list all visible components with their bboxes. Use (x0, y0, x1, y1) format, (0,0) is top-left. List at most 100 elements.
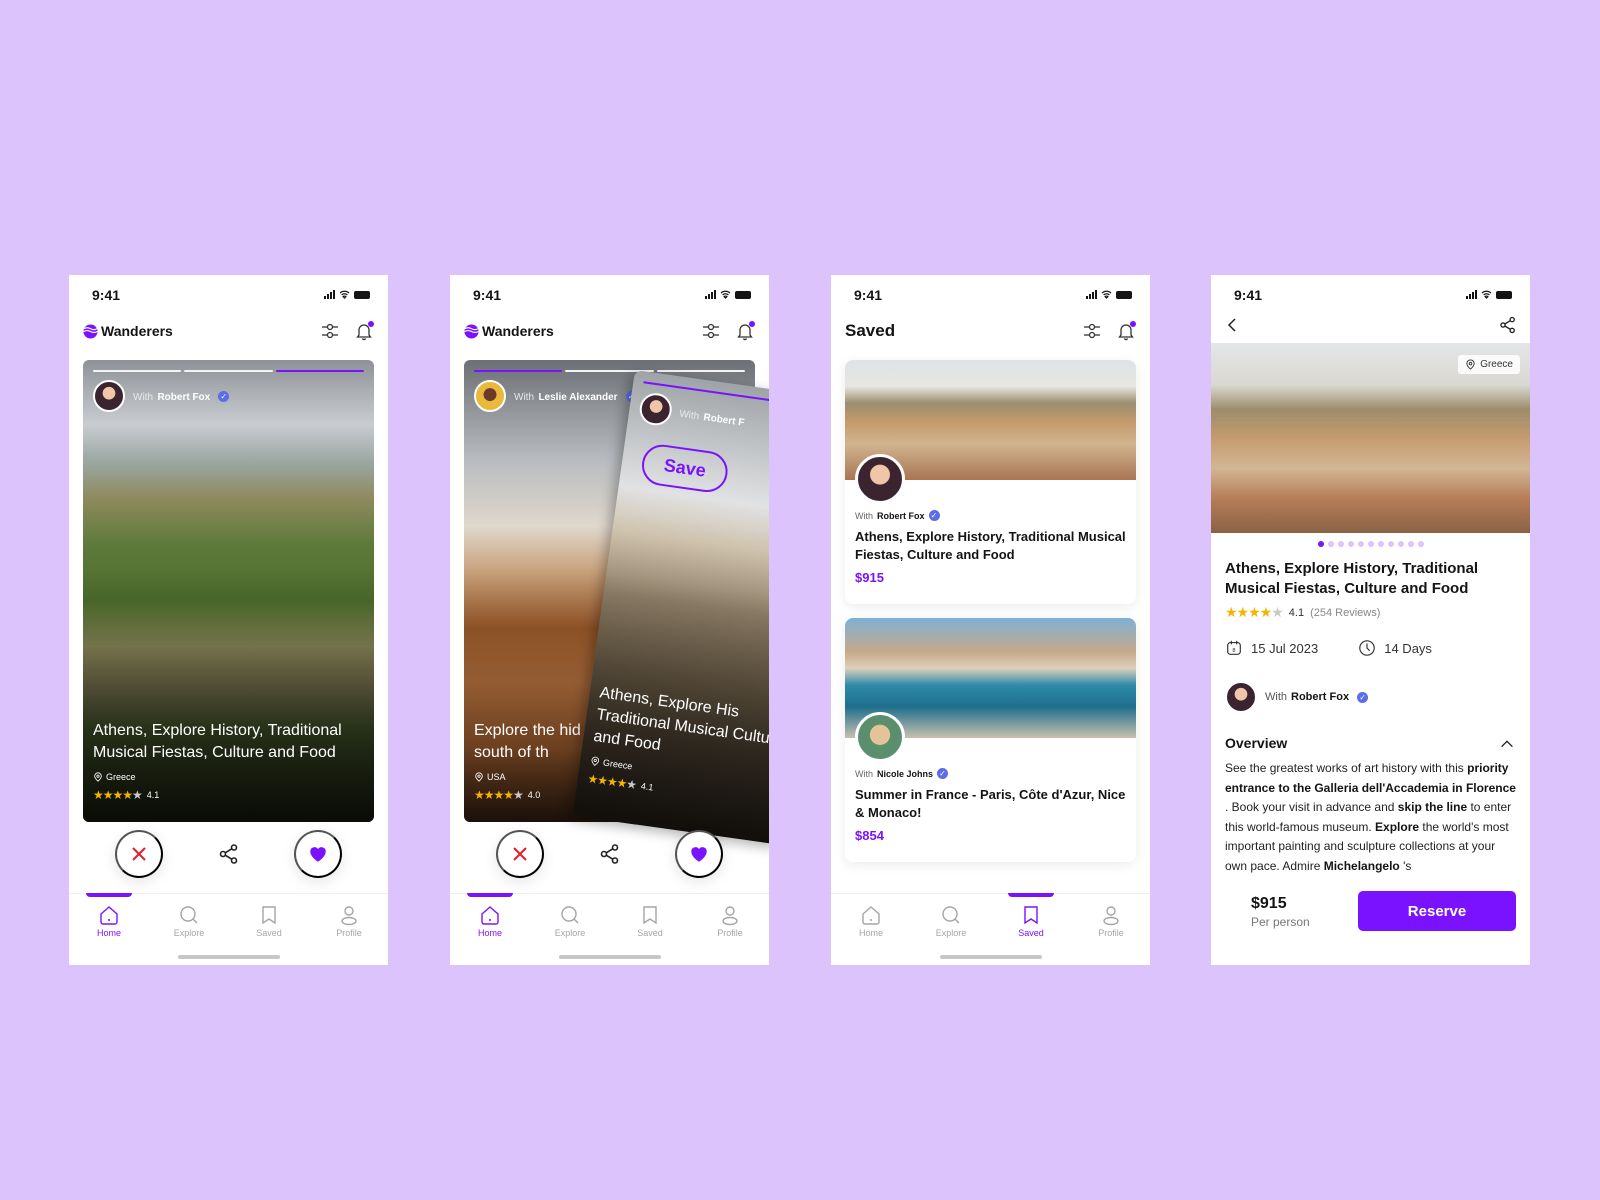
gallery-dot[interactable] (1407, 541, 1414, 547)
gallery-dot[interactable] (1367, 541, 1374, 547)
tab-profile[interactable]: Profile (309, 904, 388, 938)
overview-highlight: skip the line (1397, 800, 1468, 814)
verified-icon: ✓ (928, 510, 940, 521)
trip-gallery-image[interactable]: Greece (1211, 343, 1530, 533)
star-rating: ★★★★★ (474, 788, 524, 802)
chevron-up-icon[interactable] (1498, 735, 1516, 753)
calendar-icon (1225, 639, 1243, 657)
trip-price: $915 (1251, 895, 1287, 912)
host-info: With Robert Fox ✓ (1225, 681, 1369, 713)
tab-explore[interactable]: Explore (911, 904, 991, 938)
verified-icon: ✓ (218, 390, 230, 402)
share-icon[interactable] (217, 842, 241, 866)
wifi-icon (1101, 290, 1112, 299)
tab-home[interactable]: Home (831, 904, 911, 938)
detail-header (1211, 311, 1530, 343)
trip-meta: 15 Jul 2023 14 Days (1225, 639, 1516, 657)
dislike-button[interactable] (115, 830, 163, 878)
avatar (474, 380, 506, 412)
wifi-icon (1481, 290, 1492, 299)
home-indicator (559, 955, 661, 959)
notification-dot (1130, 321, 1136, 327)
filter-icon[interactable] (320, 321, 340, 341)
notification-dot (749, 321, 755, 327)
gallery-dot[interactable] (1317, 541, 1324, 547)
gallery-dot[interactable] (1337, 541, 1344, 547)
avatar (855, 712, 905, 762)
phone-detail-screen: 9:41 Greece Athens, Explore History, Tra… (1211, 275, 1530, 965)
gallery-dot[interactable] (1377, 541, 1384, 547)
search-icon (559, 904, 581, 926)
tab-home[interactable]: Home (450, 893, 530, 938)
saved-trip-card[interactable]: With Nicole Johns ✓ Summer in France - Par… (845, 618, 1136, 862)
host-info: With Robert F (637, 391, 747, 437)
filter-icon[interactable] (1082, 321, 1102, 341)
gallery-dot[interactable] (1357, 541, 1364, 547)
home-icon (479, 904, 501, 926)
tab-profile[interactable]: Profile (690, 904, 769, 938)
notifications-button[interactable] (735, 321, 755, 341)
trip-rating: ★★★★★ 4.1 (93, 788, 160, 802)
reserve-button[interactable]: Reserve (1358, 891, 1516, 931)
verified-icon: ✓ (937, 768, 949, 779)
profile-icon (1100, 904, 1122, 926)
status-time: 9:41 (473, 287, 502, 303)
tab-saved[interactable]: Saved (610, 904, 690, 938)
wifi-icon (720, 290, 731, 299)
bookmark-icon (258, 904, 280, 926)
gallery-dot[interactable] (1387, 541, 1394, 547)
saved-trip-card[interactable]: With Robert Fox ✓ Athens, Explore History,… (845, 360, 1136, 604)
share-icon[interactable] (1498, 315, 1518, 335)
overview-text-run: See the greatest works of art history wi… (1225, 761, 1468, 775)
tab-explore[interactable]: Explore (530, 904, 610, 938)
trip-card[interactable]: With Robert Fox ✓ Athens, Explore Histor… (83, 360, 374, 822)
home-indicator (178, 955, 280, 959)
active-tab-indicator (467, 893, 513, 897)
active-tab-indicator (86, 893, 132, 897)
review-count: (254 Reviews) (1310, 606, 1381, 619)
tab-home[interactable]: Home (69, 893, 149, 938)
signal-icon (1466, 290, 1477, 299)
notifications-button[interactable] (354, 321, 374, 341)
app-bar: Wanderers (464, 317, 755, 345)
star-rating: ★★★★★ (93, 788, 143, 802)
back-icon[interactable] (1223, 315, 1243, 335)
swipe-actions (450, 830, 769, 880)
search-icon (178, 904, 200, 926)
location-pin-icon (1465, 359, 1476, 370)
like-button[interactable] (294, 830, 342, 878)
trip-rating: ★★★★★ 4.0 (474, 788, 541, 802)
trip-rating: ★★★★★ 4.1 (254 Reviews) (1225, 604, 1381, 620)
signal-icon (324, 290, 335, 299)
app-bar: Wanderers (83, 317, 374, 345)
gallery-dot[interactable] (1417, 541, 1424, 547)
gallery-dot[interactable] (1347, 541, 1354, 547)
location-pin-icon (93, 772, 103, 782)
overview-text-run: . Book your visit in advance and (1225, 800, 1398, 814)
tab-saved[interactable]: Saved (991, 893, 1071, 938)
gallery-pagination[interactable] (1211, 541, 1530, 547)
heart-icon (688, 843, 710, 865)
gallery-dot[interactable] (1397, 541, 1404, 547)
signal-icon (705, 290, 716, 299)
notifications-button[interactable] (1116, 321, 1136, 341)
filter-icon[interactable] (701, 321, 721, 341)
overview-text-run: 's (1399, 858, 1412, 873)
dislike-button[interactable] (496, 830, 544, 878)
host-name: Robert Fox (877, 510, 925, 521)
wifi-icon (339, 290, 350, 299)
overview-highlight: Explore (1375, 819, 1420, 834)
gallery-dot[interactable] (1327, 541, 1334, 547)
tab-explore[interactable]: Explore (149, 904, 229, 938)
tab-profile[interactable]: Profile (1071, 904, 1150, 938)
overview-section-header[interactable]: Overview (1225, 735, 1516, 751)
share-icon[interactable] (598, 842, 622, 866)
home-icon (860, 904, 882, 926)
phone-saved-screen: 9:41 Saved With Robert Fox ✓ Athens, Explo… (831, 275, 1150, 965)
host-info: With Nicole Johns ✓ (855, 768, 949, 779)
tab-saved[interactable]: Saved (229, 904, 309, 938)
like-button[interactable] (675, 830, 723, 878)
trip-title: Summer in France - Paris, Côte d'Azur, N… (855, 787, 1126, 820)
brand-name: Wanderers (101, 323, 173, 339)
story-progress (93, 370, 364, 372)
